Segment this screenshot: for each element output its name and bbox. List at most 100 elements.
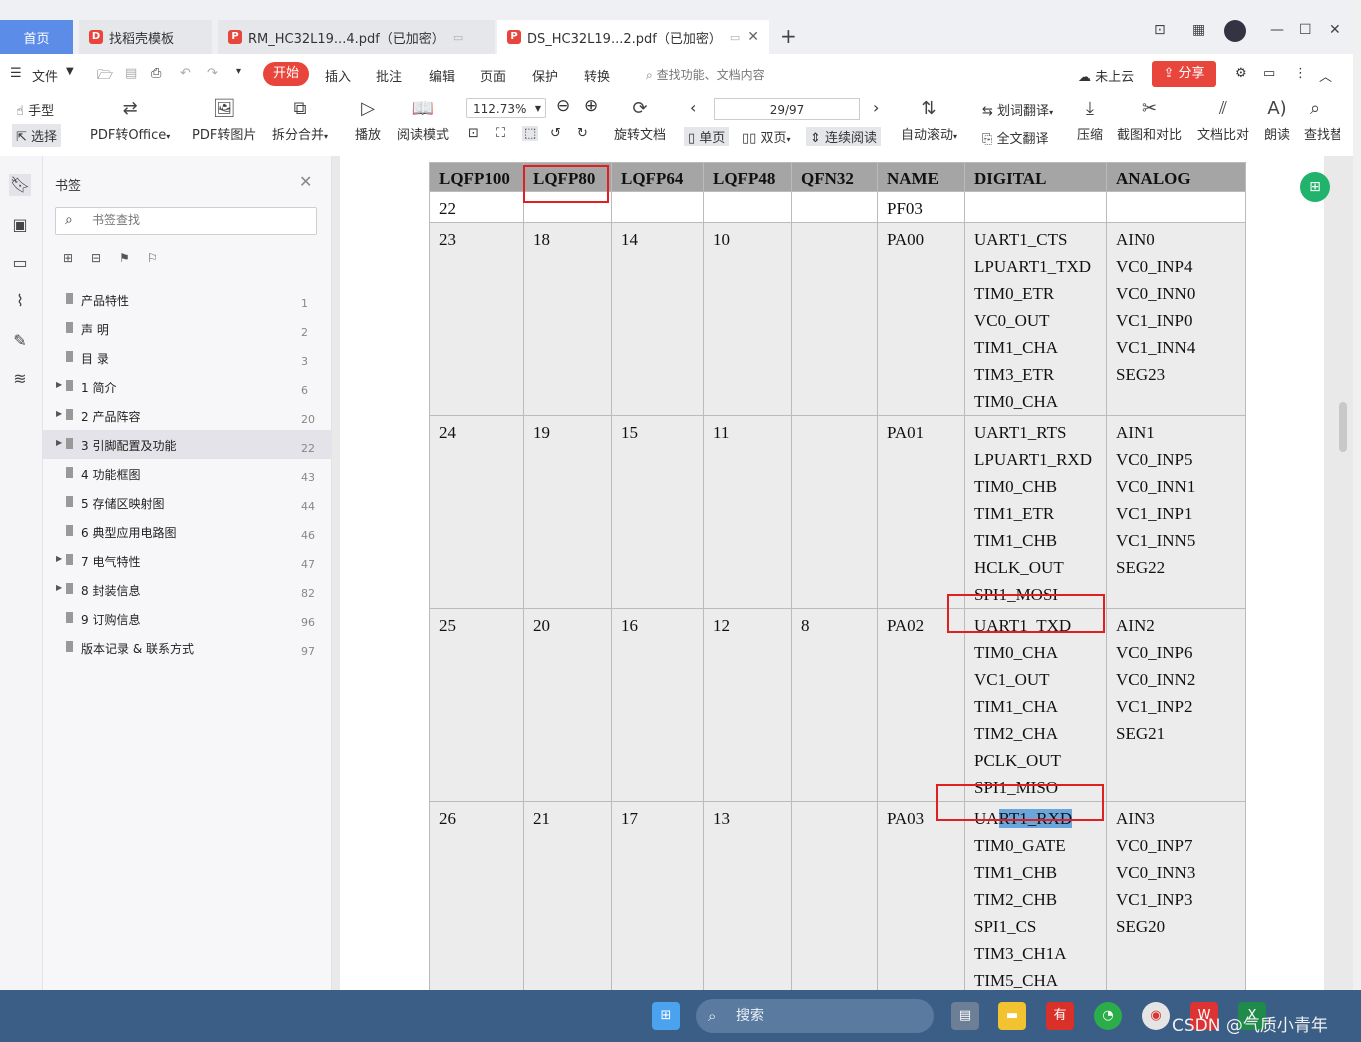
expand-arrow-icon[interactable]: ▶ <box>56 583 62 592</box>
menu-icon[interactable]: ☰ <box>10 66 22 81</box>
chrome-icon[interactable]: ◉ <box>1142 1002 1170 1030</box>
zoom-select[interactable]: 112.73% ▼ <box>466 98 546 118</box>
bookmark-item[interactable]: 目 录 3 <box>43 343 331 372</box>
next-page-icon[interactable]: › <box>873 98 879 117</box>
task-view-icon[interactable]: ▤ <box>951 1002 979 1030</box>
split-merge-button[interactable]: ⧉ 拆分合并▾ <box>272 98 328 143</box>
print-icon[interactable]: ⎙ <box>151 66 161 81</box>
menu-page[interactable]: 页面 <box>480 66 506 85</box>
read-aloud-button[interactable]: A) 朗读 <box>1264 98 1290 143</box>
find-replace-button[interactable]: ⌕ 查找替 <box>1304 98 1340 143</box>
bookmark-icon[interactable]: 🔖︎ <box>9 174 31 196</box>
doc-compare-button[interactable]: ⫽ 文档比对 <box>1197 98 1249 143</box>
close-window-icon[interactable]: ✕ <box>1329 22 1341 38</box>
undo-icon[interactable]: ↶ <box>180 66 191 81</box>
bookmark-item[interactable]: ▶ 3 引脚配置及功能 22 <box>43 430 331 459</box>
screenshot-compare-button[interactable]: ✂ 截图和对比 <box>1117 98 1182 143</box>
select-tool[interactable]: ⇱ 选择 <box>12 124 62 147</box>
avatar[interactable] <box>1224 20 1246 42</box>
page-number-input[interactable]: 29/97 <box>714 98 860 120</box>
windows-start-icon[interactable]: ⊞ <box>652 1002 680 1030</box>
function-search[interactable]: ⌕ 查找功能、文档内容 <box>646 66 765 83</box>
continuous-read-button[interactable]: ⇕ 连续阅读 <box>806 127 882 146</box>
fit-page-icon[interactable]: ⛶ <box>496 126 505 141</box>
attachment-icon[interactable]: ⌇ <box>9 290 31 312</box>
pdf-to-office-button[interactable]: ⇄ PDF转Office▾ <box>90 98 170 143</box>
bookmark-item[interactable]: ▶ 7 电气特性 47 <box>43 546 331 575</box>
bookmark-item[interactable]: ▶ 2 产品阵容 20 <box>43 401 331 430</box>
hand-tool[interactable]: ☝ 手型 <box>16 100 54 119</box>
sheet-float-icon[interactable]: ⊞ <box>1300 172 1330 202</box>
vertical-scrollbar[interactable] <box>1339 402 1347 452</box>
tab-home[interactable]: 首页 <box>0 20 73 54</box>
remove-bookmark-icon[interactable]: ⊟ <box>91 251 105 265</box>
save-icon[interactable]: ▤ <box>125 66 137 81</box>
rotate-doc-button[interactable]: ⟳ 旋转文档 <box>614 98 666 143</box>
close-icon[interactable]: ✕ <box>299 172 312 191</box>
expand-arrow-icon[interactable]: ▶ <box>56 438 62 447</box>
fit-width-icon[interactable]: ⬚ <box>522 126 539 141</box>
tab-ds-pdf[interactable]: P DS_HC32L19...2.pdf（已加密） ▭ ✕ <box>497 20 769 54</box>
taskbar-search[interactable]: ⌕ 搜索 <box>696 999 934 1033</box>
actual-size-icon[interactable]: ⊡ <box>468 126 479 141</box>
signature-icon[interactable]: ✎ <box>9 330 31 352</box>
add-bookmark-icon[interactable]: ⊞ <box>63 251 77 265</box>
bookmark-item[interactable]: 版本记录 & 联系方式 97 <box>43 633 331 662</box>
expand-arrow-icon[interactable]: ▶ <box>56 380 62 389</box>
cloud-status[interactable]: ☁ 未上云 <box>1078 66 1134 85</box>
share-button[interactable]: ⇪ 分享 <box>1152 61 1216 87</box>
screen-icon[interactable]: ▭ <box>730 31 740 44</box>
comment-icon[interactable]: ▭ <box>1263 66 1275 81</box>
bookmark-search[interactable]: ⌕ <box>55 207 317 235</box>
menu-annotate[interactable]: 批注 <box>376 66 402 85</box>
expand-arrow-icon[interactable]: ▶ <box>56 554 62 563</box>
grid-icon[interactable]: ▦ <box>1192 22 1205 38</box>
collapse-ribbon-icon[interactable]: ︿ <box>1319 66 1332 85</box>
auto-scroll-button[interactable]: ⇅ 自动滚动▾ <box>901 98 957 143</box>
open-folder-icon[interactable]: 🗁 <box>97 66 113 88</box>
bookmark-item[interactable]: 5 存储区映射图 44 <box>43 488 331 517</box>
prev-page-icon[interactable]: ‹ <box>690 98 696 117</box>
tab-rm-pdf[interactable]: P RM_HC32L19...4.pdf（已加密） ▭ <box>218 20 495 54</box>
selected-text[interactable]: RT1_RXD <box>998 809 1073 828</box>
bookmark-flag-icon[interactable]: ⚑ <box>119 251 133 265</box>
close-tab-icon[interactable]: ✕ <box>747 29 759 45</box>
menu-protect[interactable]: 保护 <box>532 66 558 85</box>
double-page-button[interactable]: ▯▯ 双页▾ <box>742 127 790 146</box>
file-explorer-icon[interactable]: ▬ <box>998 1002 1026 1030</box>
layout-icon[interactable]: ⊡ <box>1154 22 1166 38</box>
bookmark-item[interactable]: ▶ 1 简介 6 <box>43 372 331 401</box>
single-page-button[interactable]: ▯ 单页 <box>684 127 730 146</box>
tab-template[interactable]: D 找稻壳模板 <box>79 20 212 54</box>
read-mode-button[interactable]: 📖 阅读模式 <box>397 98 449 143</box>
menu-insert[interactable]: 插入 <box>325 66 351 85</box>
more-icon[interactable]: ⋮ <box>1294 66 1307 81</box>
menu-start[interactable]: 开始 <box>263 62 309 86</box>
wechat-icon[interactable]: ◔ <box>1094 1002 1122 1030</box>
layers-icon[interactable]: ≋ <box>9 368 31 390</box>
zoom-out-icon[interactable]: ⊖ <box>556 96 570 116</box>
compress-button[interactable]: ⤓ 压缩 <box>1077 98 1103 143</box>
zoom-in-icon[interactable]: ⊕ <box>584 96 598 116</box>
menu-edit[interactable]: 编辑 <box>429 66 455 85</box>
document-viewport[interactable]: LQFP100 LQFP80 LQFP64 LQFP48 QFN32 NAME DIGITA… <box>332 156 1353 990</box>
screen-icon[interactable]: ▭ <box>453 31 463 44</box>
rotate-right-icon[interactable]: ↻ <box>577 126 588 141</box>
bookmark-item[interactable]: ▶ 8 封装信息 82 <box>43 575 331 604</box>
new-tab-icon[interactable]: + <box>780 24 797 48</box>
bookmark-item[interactable]: 产品特性 1 <box>43 285 331 314</box>
menu-file[interactable]: 文件 <box>32 66 58 85</box>
comment-list-icon[interactable]: ▭ <box>9 252 31 274</box>
menu-convert[interactable]: 转换 <box>584 66 610 85</box>
word-translate-button[interactable]: ⇆ 划词翻译▾ <box>982 100 1053 119</box>
minimize-icon[interactable]: — <box>1270 22 1284 38</box>
play-button[interactable]: ▷ 播放 <box>355 98 381 143</box>
bookmark-item[interactable]: 6 典型应用电路图 46 <box>43 517 331 546</box>
expand-arrow-icon[interactable]: ▶ <box>56 409 62 418</box>
settings-icon[interactable]: ⚙ <box>1235 66 1247 81</box>
redo-icon[interactable]: ↷ <box>207 66 218 81</box>
rotate-left-icon[interactable]: ↺ <box>550 126 561 141</box>
thumbnail-icon[interactable]: ▣ <box>9 214 31 236</box>
pdf-to-image-button[interactable]: 🖼 PDF转图片 <box>192 98 256 143</box>
maximize-icon[interactable]: ☐ <box>1299 22 1312 38</box>
